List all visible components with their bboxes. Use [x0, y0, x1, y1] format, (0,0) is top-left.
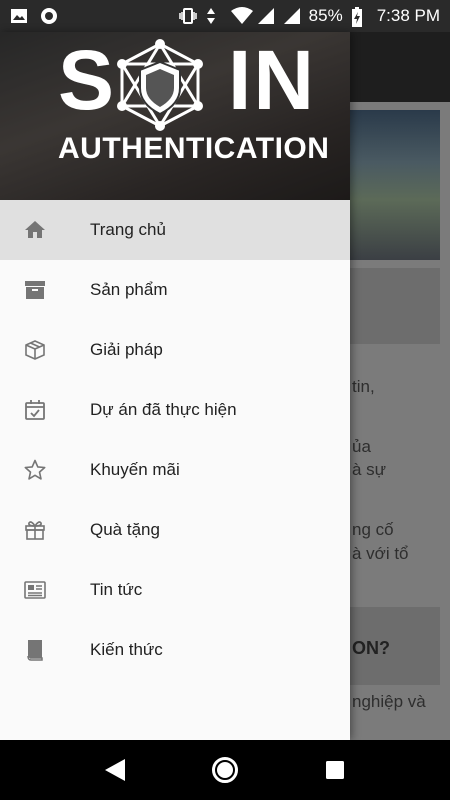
menu-item-solutions[interactable]: Giải pháp — [0, 320, 350, 380]
newspaper-icon — [22, 577, 48, 603]
menu-item-promotions[interactable]: Khuyến mãi — [0, 440, 350, 500]
gift-icon — [22, 517, 48, 543]
recents-button[interactable] — [315, 750, 355, 790]
logo-subtitle: AUTHENTICATION — [58, 132, 330, 165]
menu-item-label: Kiến thức — [90, 640, 163, 659]
home-button[interactable] — [205, 750, 245, 790]
drawer-menu: Trang chủ Sản phẩm Giải pháp Dự án đã th… — [0, 200, 350, 680]
menu-item-label: Sản phẩm — [90, 280, 168, 299]
menu-item-news[interactable]: Tin tức — [0, 560, 350, 620]
home-circle-icon — [212, 757, 238, 783]
menu-item-products[interactable]: Sản phẩm — [0, 260, 350, 320]
back-icon — [105, 759, 125, 781]
shield-network-icon — [117, 39, 203, 131]
background-banner-image — [350, 110, 440, 260]
background-text: ng cố — [352, 520, 394, 539]
drawer-header: S IN AUTHENTICATION — [0, 32, 350, 200]
background-text: tin, — [352, 377, 375, 396]
battery-level: 85% — [308, 6, 343, 25]
image-icon — [10, 7, 28, 25]
record-icon — [40, 7, 58, 25]
menu-item-label: Quà tặng — [90, 520, 160, 539]
status-bar: 85% 7:38 PM — [0, 0, 450, 32]
background-text: à sự — [352, 460, 387, 479]
background-card — [350, 268, 440, 344]
package-icon — [22, 337, 48, 363]
menu-item-knowledge[interactable]: Kiến thức — [0, 620, 350, 680]
menu-item-gifts[interactable]: Quà tặng — [0, 500, 350, 560]
background-text: nghiệp và — [352, 692, 426, 711]
battery-charging-icon — [351, 7, 369, 27]
menu-item-label: Khuyến mãi — [90, 460, 180, 479]
menu-item-label: Tin tức — [90, 580, 143, 599]
system-navigation-bar — [0, 740, 450, 800]
menu-item-home[interactable]: Trang chủ — [0, 200, 350, 260]
background-card-heading: ON? — [352, 638, 390, 658]
menu-item-label: Trang chủ — [90, 220, 166, 239]
vibrate-icon — [178, 7, 197, 25]
logo-letter: S — [58, 33, 117, 127]
archive-box-icon — [22, 277, 48, 303]
star-icon — [22, 457, 48, 483]
menu-item-projects[interactable]: Dự án đã thực hiện — [0, 380, 350, 440]
book-icon — [22, 637, 48, 663]
background-text: ủa — [352, 437, 371, 456]
clock: 7:38 PM — [376, 6, 440, 25]
signal-icon — [283, 7, 301, 25]
data-arrows-icon — [205, 7, 223, 25]
recents-icon — [326, 761, 344, 779]
background-text: à với tổ — [352, 544, 409, 563]
signal-icon — [257, 7, 275, 25]
navigation-drawer: S IN AUTHENTICATION Trang chủ Sản phẩm G… — [0, 32, 350, 740]
menu-item-label: Giải pháp — [90, 340, 163, 359]
logo-letters: IN — [228, 33, 316, 127]
back-button[interactable] — [95, 750, 135, 790]
calendar-check-icon — [22, 397, 48, 423]
wifi-icon — [230, 7, 253, 25]
home-icon — [22, 217, 48, 243]
menu-item-label: Dự án đã thực hiện — [90, 400, 237, 419]
